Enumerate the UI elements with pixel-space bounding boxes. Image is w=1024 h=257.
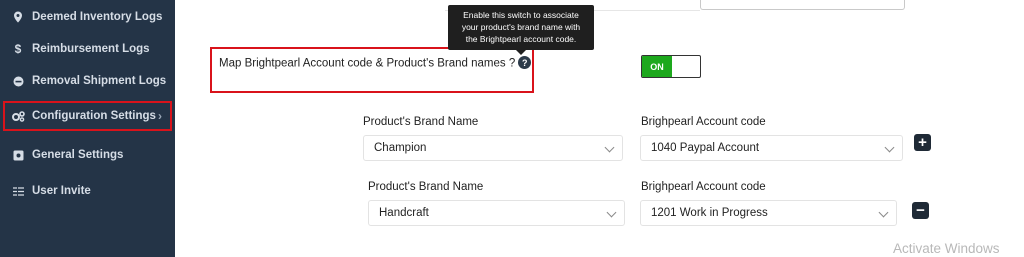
- account-code-label: Brighpearl Account code: [641, 181, 766, 193]
- sidebar-item-label: Reimbursement Logs: [32, 43, 150, 55]
- top-input-field[interactable]: [700, 0, 905, 10]
- brand-name-label: Product's Brand Name: [363, 116, 479, 128]
- toggle-on-label: ON: [642, 56, 672, 77]
- settings-box-icon: [11, 148, 25, 162]
- chevron-right-icon: ›: [158, 109, 162, 123]
- account-code-select[interactable]: 1040 Paypal Account: [640, 135, 903, 161]
- remove-row-button[interactable]: −: [912, 202, 929, 219]
- brand-name-select[interactable]: Handcraft: [368, 200, 625, 226]
- add-row-button[interactable]: +: [914, 134, 931, 151]
- sidebar-item-configuration-settings[interactable]: Configuration Settings ›: [3, 101, 172, 131]
- sidebar-item-user-invite[interactable]: User Invite: [0, 176, 175, 206]
- chevron-down-icon: [878, 207, 889, 218]
- brand-name-label: Product's Brand Name: [368, 181, 484, 193]
- activate-windows-watermark: Activate Windows: [893, 241, 1000, 256]
- sidebar-item-label: Deemed Inventory Logs: [32, 11, 163, 23]
- sidebar-item-label: User Invite: [32, 185, 91, 197]
- gears-icon: [11, 109, 25, 123]
- sidebar-item-general-settings[interactable]: General Settings: [0, 140, 175, 170]
- sidebar-item-removal-shipment-logs[interactable]: Removal Shipment Logs: [0, 66, 175, 96]
- user-list-icon: [11, 184, 25, 198]
- sidebar-item-label: Removal Shipment Logs: [32, 75, 167, 87]
- sidebar-item-reimbursement-logs[interactable]: $ Reimbursement Logs: [0, 34, 175, 64]
- sidebar: Deemed Inventory Logs $ Reimbursement Lo…: [0, 0, 175, 257]
- map-pin-icon: [11, 10, 25, 24]
- dollar-icon: $: [14, 42, 22, 56]
- minus-circle-icon: [11, 74, 25, 88]
- help-icon[interactable]: ?: [518, 56, 532, 69]
- brand-name-select[interactable]: Champion: [363, 135, 623, 161]
- chevron-down-icon: [884, 142, 895, 153]
- sidebar-item-label: Configuration Settings: [32, 110, 156, 122]
- map-brand-names-highlight: Map Brightpearl Account code & Product's…: [210, 47, 534, 93]
- chevron-down-icon: [606, 207, 617, 218]
- account-code-select[interactable]: 1201 Work in Progress: [640, 200, 897, 226]
- help-tooltip: Enable this switch to associate your pro…: [448, 5, 594, 55]
- chevron-down-icon: [604, 142, 615, 153]
- account-code-label: Brighpearl Account code: [641, 116, 766, 128]
- map-brand-names-label: Map Brightpearl Account code & Product's…: [219, 56, 532, 70]
- sidebar-item-deemed-inventory-logs[interactable]: Deemed Inventory Logs: [0, 2, 175, 32]
- sidebar-item-label: General Settings: [32, 149, 124, 161]
- map-brand-toggle[interactable]: ON: [641, 55, 701, 78]
